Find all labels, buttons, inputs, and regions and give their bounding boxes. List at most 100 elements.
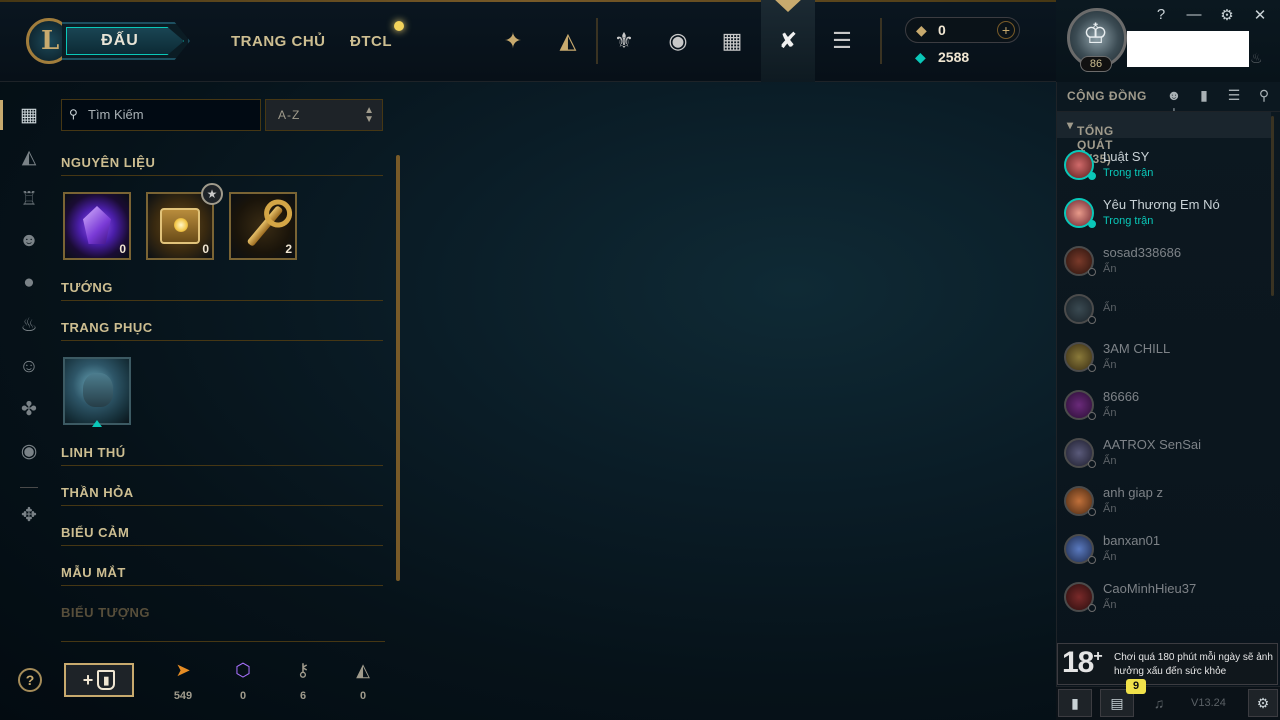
emote-icon[interactable]: ☺ bbox=[14, 352, 44, 382]
coins-icon[interactable]: ☰ bbox=[827, 26, 857, 56]
friend-status: Ẩn bbox=[1103, 359, 1117, 371]
loot-count: 0 bbox=[202, 242, 209, 256]
active-tab-indicator bbox=[773, 0, 803, 12]
key-fragment-icon: ⚷ bbox=[296, 660, 310, 680]
chest-resource-value: 0 bbox=[359, 690, 367, 702]
gem-loot-item[interactable]: 0 bbox=[63, 192, 131, 260]
helmet-icon[interactable]: ♖ bbox=[14, 184, 44, 214]
blue-essence-value: 2588 bbox=[938, 49, 970, 65]
all-loot-icon[interactable]: ▦ bbox=[14, 100, 44, 130]
friend-row[interactable]: sosad338686 Ẩn bbox=[1057, 238, 1271, 286]
section-wards[interactable]: THẦN HỎA bbox=[61, 485, 383, 506]
nav-home[interactable]: TRANG CHỦ bbox=[231, 33, 326, 50]
section-eye-colors[interactable]: MẪU MẮT bbox=[61, 565, 383, 586]
eternals-icon[interactable]: ✥ bbox=[14, 500, 44, 530]
key-fragment: ⚷ 6 bbox=[283, 658, 323, 702]
status-dot bbox=[1088, 556, 1096, 564]
loot-scrollbar[interactable] bbox=[396, 155, 400, 581]
bottom-divider bbox=[61, 641, 385, 642]
search-input[interactable] bbox=[88, 107, 248, 122]
friend-status: Trong trận bbox=[1103, 215, 1154, 227]
help-button[interactable]: ? bbox=[1152, 6, 1170, 23]
friend-row[interactable]: AATROX SenSai Ẩn bbox=[1057, 430, 1271, 478]
chest-icon[interactable]: ◭ bbox=[14, 142, 44, 172]
profile-icon[interactable]: ◉ bbox=[663, 26, 693, 56]
add-folder-icon[interactable]: ▮ bbox=[1195, 87, 1213, 104]
friend-row[interactable]: CaoMinhHieu37 Ẩn bbox=[1057, 574, 1271, 622]
skin-loot-item[interactable] bbox=[63, 357, 131, 425]
skin-portrait bbox=[83, 373, 113, 407]
minimize-button[interactable]: — bbox=[1185, 6, 1203, 23]
collection-icon[interactable]: ◭ bbox=[553, 26, 583, 56]
friend-status: Ẩn bbox=[1103, 407, 1117, 419]
mythic-essence-icon: ⬡ bbox=[235, 660, 251, 680]
craft-key-button[interactable]: + ▮ bbox=[64, 663, 134, 697]
voice-button[interactable]: ♫ bbox=[1142, 689, 1176, 717]
loot-icon[interactable]: ▦ bbox=[717, 26, 747, 56]
mythic-essence-value: 0 bbox=[239, 690, 247, 702]
friend-row[interactable]: Ẩn bbox=[1057, 286, 1271, 334]
level-badge: 86 bbox=[1080, 56, 1112, 72]
social-scrollbar[interactable] bbox=[1271, 116, 1274, 296]
loot-help-button[interactable]: ? bbox=[18, 668, 42, 692]
sort-dropdown[interactable]: A-Z ▲ ▼ bbox=[265, 99, 383, 131]
search-icon[interactable]: ⚲ bbox=[1255, 87, 1273, 104]
age-rating-number: 18+ bbox=[1062, 646, 1103, 680]
rp-icon: ◆ bbox=[916, 22, 927, 38]
loot-count: 0 bbox=[119, 242, 126, 256]
chest-resource: ◭ 0 bbox=[343, 658, 383, 702]
friend-status: Ẩn bbox=[1103, 263, 1117, 275]
client-version: V13.24 bbox=[1191, 697, 1226, 709]
friend-name: sosad338686 bbox=[1103, 245, 1182, 260]
star-badge-icon: ★ bbox=[201, 183, 223, 205]
section-icons[interactable]: BIỂU TƯỢNG bbox=[61, 605, 383, 623]
social-panel: CỘNG ĐỒNG ☻+ ▮ ☰ ⚲ ▾ TỔNG QUÁT (2/35) Lu… bbox=[1056, 82, 1280, 720]
friend-status: Ẩn bbox=[1103, 302, 1117, 314]
section-champions[interactable]: TƯỚNG bbox=[61, 280, 383, 301]
toolbar-divider-2 bbox=[880, 18, 882, 64]
key-icon bbox=[246, 205, 284, 247]
friend-row[interactable]: 86666 Ẩn bbox=[1057, 382, 1271, 430]
friend-row[interactable]: anh giap z Ẩn bbox=[1057, 478, 1271, 526]
key-loot-item[interactable]: 2 bbox=[229, 192, 297, 260]
close-button[interactable]: ✕ bbox=[1251, 6, 1269, 24]
riot-points-display: ◆ 0 + bbox=[905, 17, 1020, 43]
friend-status: Ẩn bbox=[1103, 455, 1117, 467]
chat-button[interactable]: ▮ bbox=[1058, 689, 1092, 717]
tft-icon[interactable]: ✦ bbox=[498, 26, 528, 56]
chest-resource-icon: ◭ bbox=[356, 660, 370, 680]
store-icon[interactable]: ✘ bbox=[773, 26, 803, 56]
friend-row[interactable]: banxan01 Ẩn bbox=[1057, 526, 1271, 574]
summoner-name-box bbox=[1127, 31, 1249, 67]
flame-icon[interactable]: ♨ bbox=[14, 310, 44, 340]
profile-icon-icon[interactable]: ◉ bbox=[14, 436, 44, 466]
chest-icon: ▮ bbox=[97, 670, 116, 690]
settings-button[interactable]: ⚙ bbox=[1218, 6, 1236, 24]
loot-search: ⚲ bbox=[61, 99, 261, 131]
buy-rp-button[interactable]: + bbox=[997, 21, 1015, 39]
ward-icon[interactable]: ● bbox=[14, 268, 44, 298]
active-category-indicator bbox=[0, 100, 3, 130]
status-dot bbox=[1088, 268, 1096, 276]
clash-icon[interactable]: ⚜ bbox=[609, 26, 639, 56]
section-pets[interactable]: LINH THÚ bbox=[61, 445, 383, 466]
friend-row[interactable]: 3AM CHILL Ẩn bbox=[1057, 334, 1271, 382]
section-skins[interactable]: TRANG PHỤC bbox=[61, 320, 383, 341]
section-emotes[interactable]: BIỂU CẢM bbox=[61, 525, 383, 546]
friend-row[interactable]: Luật SY Trong trận bbox=[1057, 142, 1271, 190]
bell-icon[interactable]: ♨ bbox=[1250, 50, 1263, 67]
section-materials[interactable]: NGUYÊN LIỆU bbox=[61, 155, 383, 176]
friend-status: Ẩn bbox=[1103, 599, 1117, 611]
friend-name: AATROX SenSai bbox=[1103, 437, 1202, 452]
friend-group-header[interactable]: ▾ TỔNG QUÁT (2/35) bbox=[1057, 112, 1271, 166]
play-button[interactable]: ĐẤU bbox=[62, 22, 190, 60]
bug-report-icon[interactable]: ⚙ bbox=[1248, 689, 1278, 717]
friend-row[interactable]: Yêu Thương Em Nó Trong trận bbox=[1057, 190, 1271, 238]
gem-icon bbox=[83, 206, 111, 244]
mask-icon[interactable]: ☻ bbox=[14, 226, 44, 256]
friend-name: CaoMinhHieu37 bbox=[1103, 581, 1197, 596]
ward-skin-icon[interactable]: ✤ bbox=[14, 394, 44, 424]
nav-tft[interactable]: ĐTCL bbox=[350, 33, 392, 50]
sidebar-divider bbox=[20, 487, 38, 488]
list-view-icon[interactable]: ☰ bbox=[1225, 87, 1243, 104]
